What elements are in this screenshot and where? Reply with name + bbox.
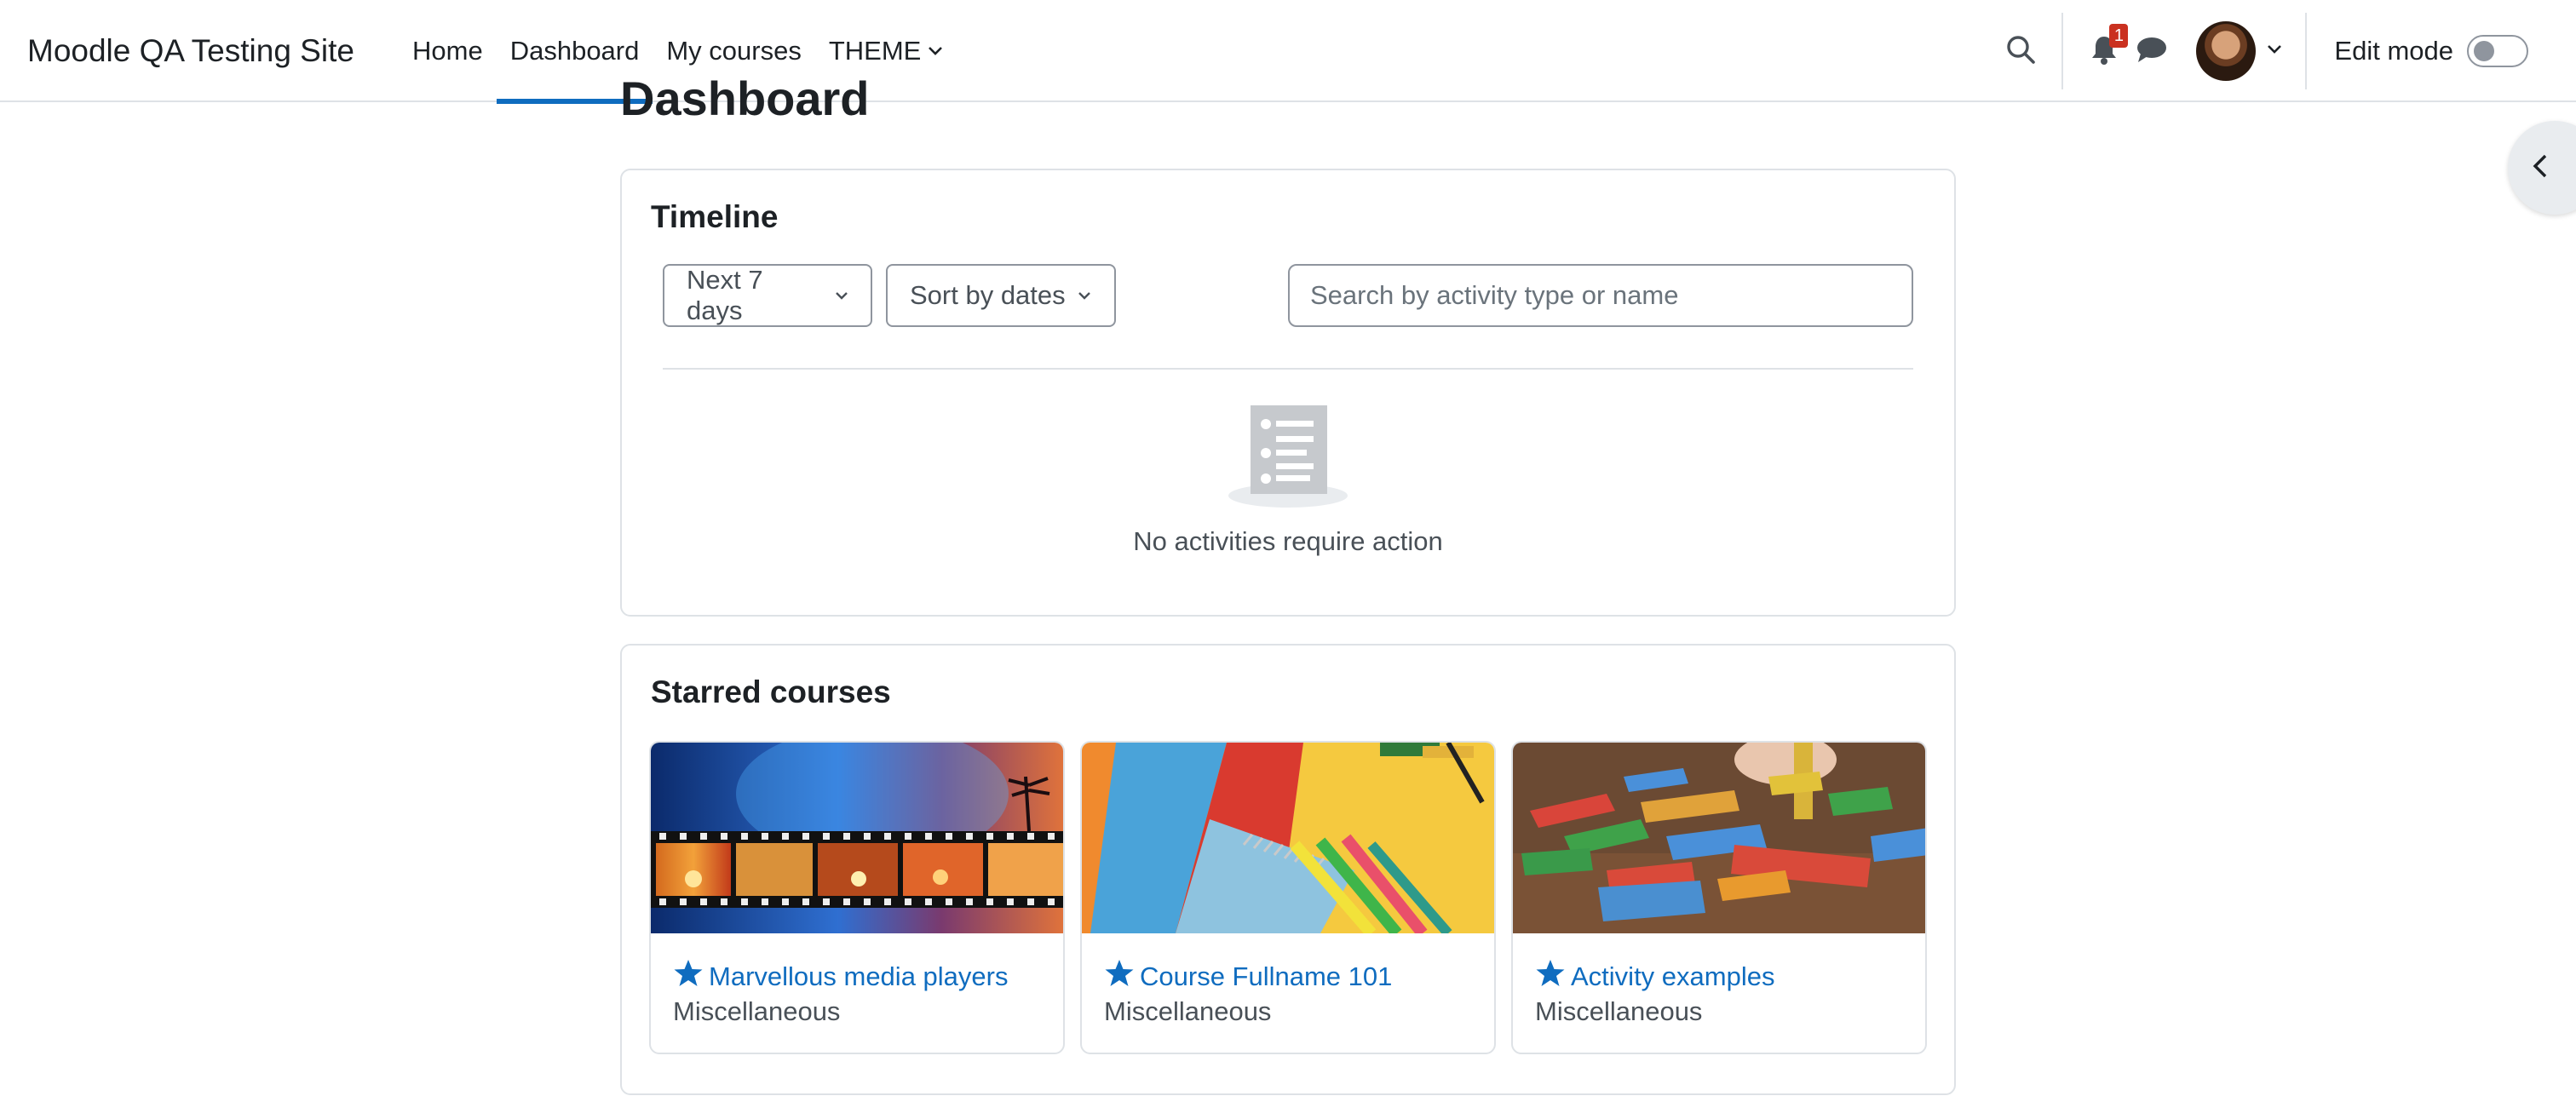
timeline-search-input[interactable] bbox=[1288, 264, 1913, 327]
notifications-button[interactable]: 1 bbox=[2080, 24, 2129, 75]
edit-mode-control: Edit mode bbox=[2334, 35, 2528, 67]
course-image-blocks[interactable] bbox=[1513, 743, 1925, 933]
course-link[interactable]: Activity examples bbox=[1535, 959, 1774, 995]
empty-activities-message: No activities require action bbox=[1133, 526, 1443, 556]
course-image-paper[interactable] bbox=[1082, 743, 1494, 933]
sort-label: Sort by dates bbox=[910, 280, 1066, 310]
timeline-sort-select[interactable]: Sort by dates bbox=[886, 264, 1116, 327]
course-name: Activity examples bbox=[1571, 961, 1775, 991]
star-icon bbox=[1104, 959, 1140, 995]
edit-mode-toggle[interactable] bbox=[2467, 35, 2528, 67]
nav-home[interactable]: Home bbox=[399, 0, 497, 102]
page-title: Dashboard bbox=[620, 72, 870, 125]
timeline-day-filter[interactable]: Next 7 days bbox=[663, 264, 872, 327]
course-name: Course Fullname 101 bbox=[1140, 961, 1393, 991]
timeline-title: Timeline bbox=[651, 199, 779, 234]
chevron-down-icon bbox=[928, 46, 943, 56]
chevron-down-icon bbox=[1078, 291, 1091, 300]
chat-icon bbox=[2136, 35, 2168, 68]
user-menu-toggle[interactable] bbox=[2256, 27, 2293, 75]
avatar[interactable] bbox=[2196, 21, 2257, 81]
navbar-divider bbox=[2061, 13, 2064, 89]
course-link[interactable]: Course Fullname 101 bbox=[1104, 959, 1392, 995]
course-link[interactable]: Marvellous media players bbox=[673, 959, 1008, 995]
top-navbar: Moodle QA Testing Site Home Dashboard My… bbox=[0, 0, 2576, 104]
starred-courses-title: Starred courses bbox=[651, 674, 891, 709]
chevron-down-icon bbox=[835, 291, 848, 300]
navbar-divider bbox=[2305, 13, 2308, 89]
edit-mode-label: Edit mode bbox=[2334, 36, 2453, 66]
open-block-drawer-button[interactable] bbox=[2508, 121, 2576, 215]
search-icon bbox=[2005, 34, 2036, 69]
site-name[interactable]: Moodle QA Testing Site bbox=[27, 0, 354, 102]
nav-theme-label: THEME bbox=[828, 36, 922, 66]
notification-count-badge: 1 bbox=[2109, 24, 2129, 48]
day-filter-label: Next 7 days bbox=[687, 265, 763, 325]
course-card[interactable]: Activity examples Miscellaneous bbox=[1511, 741, 1927, 1054]
course-image-film[interactable] bbox=[651, 743, 1063, 933]
course-card[interactable]: Course Fullname 101 Miscellaneous bbox=[1080, 741, 1496, 1054]
navbar-user-area: 1 Edit mode bbox=[1997, 0, 2576, 102]
search-button[interactable] bbox=[1997, 27, 2044, 75]
timeline-divider bbox=[663, 368, 1913, 370]
course-category: Miscellaneous bbox=[1535, 996, 1703, 1026]
chevron-left-icon bbox=[2532, 153, 2549, 183]
star-icon bbox=[1535, 959, 1571, 995]
star-icon bbox=[673, 959, 709, 995]
empty-activities-icon bbox=[1227, 402, 1349, 514]
course-category: Miscellaneous bbox=[673, 996, 841, 1026]
chevron-down-icon bbox=[2267, 43, 2282, 59]
course-card[interactable]: Marvellous media players Miscellaneous bbox=[649, 741, 1065, 1054]
messages-button[interactable] bbox=[2128, 27, 2176, 75]
course-name: Marvellous media players bbox=[709, 961, 1009, 991]
course-category: Miscellaneous bbox=[1104, 996, 1272, 1026]
